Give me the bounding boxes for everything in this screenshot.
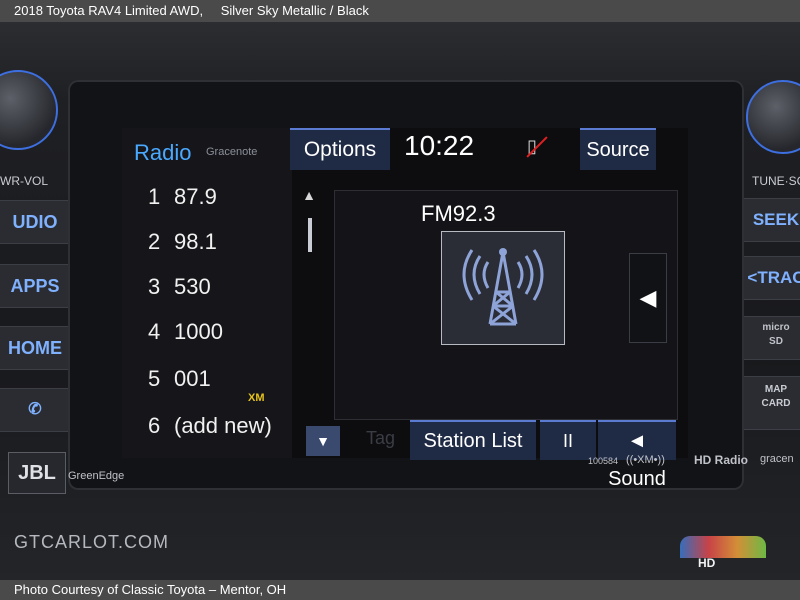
preset-item[interactable]: 2 98.1 [148,227,217,257]
photo-credit: Photo Courtesy of Classic Toyota – Mento… [14,582,287,597]
xm-badge: XM [248,392,265,404]
preset-item[interactable]: 3 530 [148,272,211,302]
home-button[interactable]: HOME [0,326,76,370]
preset-item[interactable]: 5 001 [148,364,211,394]
preset-frequency: 530 [174,274,211,299]
caption-bar: 2018 Toyota RAV4 Limited AWD, Silver Sky… [0,0,800,22]
phone-button[interactable]: ✆ [0,388,76,432]
xm-logo: ((•XM•)) [626,454,665,466]
gracenote-label: Gracenote [206,146,258,158]
sound-label: Sound [608,468,666,490]
tune-scroll-label: TUNE·SCR [752,174,800,188]
separator: / [329,3,334,18]
preset-scrollbar[interactable]: ▲ ▼ [292,180,340,458]
preset-number: 3 [148,274,161,299]
phone-icon: ✆ [28,401,42,418]
preset-frequency: 001 [174,366,211,391]
preset-number: 5 [148,366,161,391]
phone-muted-icon: ▯ [526,136,548,158]
credit-bar: Photo Courtesy of Classic Toyota – Mento… [0,580,800,600]
preset-number: 2 [148,229,161,254]
tag-button: Tag [366,428,396,448]
apps-button[interactable]: APPS [0,264,76,308]
station-list-button[interactable]: Station List [410,420,536,460]
jbl-logo: JBL [8,452,66,494]
model-number: 100584 [588,456,619,466]
pwr-vol-label: WR-VOL [0,174,48,188]
hd-logo-text: HD [698,556,716,570]
audio-button[interactable]: UDIO [0,200,76,244]
track-button[interactable]: <TRAC [740,256,800,300]
scroll-down-icon[interactable]: ▼ [306,426,340,456]
source-button[interactable]: Source [580,128,656,170]
scroll-thumb[interactable] [308,218,312,252]
preset-frequency: (add new) [174,413,272,438]
infotainment-screen: Radio Gracenote 1 87.9 2 98.1 3 530 4 1000 5… [122,128,688,490]
preset-frequency: 87.9 [174,184,217,209]
preset-frequency: 98.1 [174,229,217,254]
map-card-slot[interactable]: MAP CARD [740,376,800,430]
microsd-slot: micro SD [740,316,800,360]
interior-color: Black [337,3,369,18]
seek-button[interactable]: SEEK [740,198,800,242]
preset-panel: Radio Gracenote 1 87.9 2 98.1 3 530 4 1000 5… [122,128,292,458]
preset-item[interactable]: 6 (add new) [148,411,272,441]
now-playing-panel: FM92.3 ◀ [334,190,678,420]
tune-scroll-knob[interactable] [746,80,800,154]
exterior-color: Silver Sky Metallic [220,3,327,18]
clock: 10:22 [404,130,475,161]
arrow-left-icon[interactable]: ◀ [629,253,667,343]
scroll-up-icon[interactable]: ▲ [294,180,324,210]
preset-number: 4 [148,319,161,344]
preset-frequency: 1000 [174,319,223,344]
preset-item[interactable]: 1 87.9 [148,182,217,212]
gracenote-logo: gracen [760,453,794,465]
hd-radio-logo: HD Radio [694,453,748,467]
hd-rainbow-logo [680,536,766,558]
vehicle-title: 2018 Toyota RAV4 Limited AWD, [14,3,204,18]
options-button[interactable]: Options [290,128,390,170]
preset-item[interactable]: 4 1000 [148,317,223,347]
current-station: FM92.3 [421,201,496,226]
preset-number: 1 [148,184,161,209]
dashboard-photo: WR-VOL UDIO APPS HOME ✆ TUNE·SCR SEEK <T… [0,22,800,580]
speaker-icon: ◄ [627,430,647,452]
greenedge-logo: GreenEdge [68,470,125,482]
watermark: GTCARLOT.COM [14,532,170,552]
preset-number: 6 [148,413,161,438]
radio-title: Radio [134,140,192,165]
volume-knob[interactable] [0,70,58,150]
pause-button[interactable]: II [540,420,596,460]
radio-tower-icon [441,231,565,345]
